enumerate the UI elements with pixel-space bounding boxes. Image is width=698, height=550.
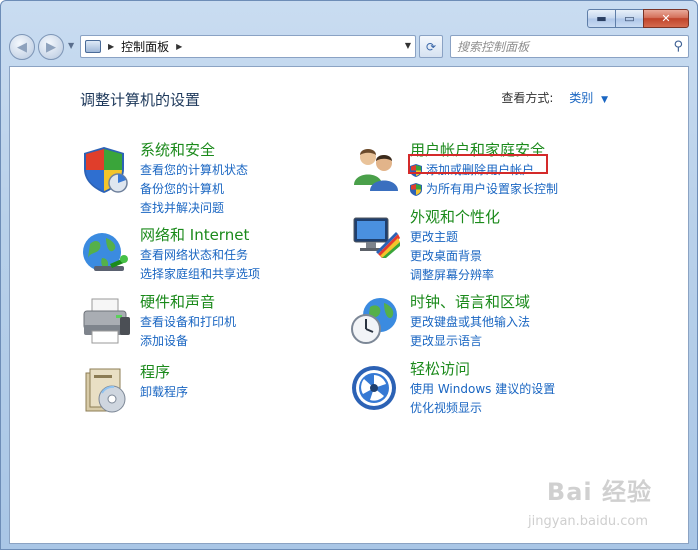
link-parental-controls-label: 为所有用户设置家长控制	[426, 182, 559, 196]
forward-arrow-icon: ▶	[46, 39, 56, 55]
search-placeholder: 搜索控制面板	[457, 40, 530, 54]
ease-of-access-icon[interactable]	[350, 362, 402, 414]
category-title-hardware-sound[interactable]: 硬件和声音	[140, 291, 215, 312]
category-appearance: 外观和个性化 更改主题 更改桌面背景 调整屏幕分辨率	[350, 206, 640, 282]
chevron-down-icon[interactable]: ▼	[601, 95, 608, 105]
link-backup-computer[interactable]: 备份您的计算机	[140, 180, 248, 199]
navigation-bar: ◀ ▶ ▼ ▶ 控制面板 ▶ ▼ ⟳ 搜索控制面板 ⚲	[9, 34, 689, 60]
appearance-icon[interactable]	[350, 210, 402, 262]
breadcrumb-control-panel[interactable]: 控制面板	[121, 38, 169, 55]
watermark-url: jingyan.baidu.com	[528, 514, 648, 529]
category-user-accounts: 用户帐户和家庭安全 添加或删除用户帐户 为所有用户设置家长控制	[350, 139, 640, 214]
control-panel-window: ▬ ▭ ✕ ◀ ▶ ▼ ▶ 控制面板 ▶ ▼ ⟳ 搜索控制面板 ⚲ 调整计算机的…	[0, 0, 698, 550]
category-ease-of-access: 轻松访问 使用 Windows 建议的设置 优化视频显示	[350, 358, 640, 433]
link-view-computer-status[interactable]: 查看您的计算机状态	[140, 161, 248, 180]
link-change-desktop-background[interactable]: 更改桌面背景	[410, 247, 494, 266]
baidu-watermark: Bai 经验	[546, 478, 652, 506]
users-icon[interactable]	[350, 143, 402, 195]
category-title-clock-language-region[interactable]: 时钟、语言和区域	[410, 291, 530, 312]
breadcrumb-separator-icon[interactable]: ▶	[176, 42, 182, 51]
link-devices-printers[interactable]: 查看设备和打印机	[140, 313, 236, 332]
maximize-button[interactable]: ▭	[616, 9, 643, 28]
main-content: 调整计算机的设置 查看方式: 类别 ▼ 系统和安全 查看您的计算机状态 备份您的…	[9, 66, 689, 544]
refresh-icon: ⟳	[425, 39, 437, 54]
link-view-network-status[interactable]: 查看网络状态和任务	[140, 246, 260, 265]
breadcrumb-separator-icon[interactable]: ▶	[108, 42, 114, 51]
close-button[interactable]: ✕	[643, 9, 689, 28]
caption-buttons: ▬ ▭ ✕	[587, 9, 689, 28]
category-programs: 程序 卸载程序	[80, 361, 370, 436]
clock-globe-icon[interactable]	[350, 295, 402, 347]
link-change-display-language[interactable]: 更改显示语言	[410, 332, 530, 351]
category-title-ease-of-access[interactable]: 轻松访问	[410, 358, 470, 379]
link-homegroup-sharing[interactable]: 选择家庭组和共享选项	[140, 265, 260, 284]
uac-shield-icon	[410, 183, 422, 196]
control-panel-icon	[85, 40, 101, 53]
programs-icon[interactable]	[80, 365, 132, 417]
link-add-device[interactable]: 添加设备	[140, 332, 236, 351]
view-by-dropdown[interactable]: 类别	[569, 91, 593, 105]
category-network-internet: 网络和 Internet 查看网络状态和任务 选择家庭组和共享选项	[80, 224, 370, 299]
category-hardware-sound: 硬件和声音 查看设备和打印机 添加设备	[80, 291, 370, 366]
link-adjust-screen-resolution[interactable]: 调整屏幕分辨率	[410, 266, 494, 285]
link-change-theme[interactable]: 更改主题	[410, 228, 494, 247]
category-title-user-accounts[interactable]: 用户帐户和家庭安全	[410, 139, 545, 160]
category-clock-language-region: 时钟、语言和区域 更改键盘或其他输入法 更改显示语言	[350, 291, 640, 366]
printer-icon[interactable]	[80, 295, 132, 347]
link-parental-controls[interactable]: 为所有用户设置家长控制	[410, 180, 558, 199]
category-title-network-internet[interactable]: 网络和 Internet	[140, 224, 249, 245]
category-system-security: 系统和安全 查看您的计算机状态 备份您的计算机 查找并解决问题	[80, 139, 370, 215]
network-globe-icon[interactable]	[80, 228, 132, 280]
link-optimize-video-display[interactable]: 优化视频显示	[410, 399, 555, 418]
shield-icon[interactable]	[80, 143, 132, 195]
search-input[interactable]: 搜索控制面板 ⚲	[450, 35, 689, 58]
back-button[interactable]: ◀	[9, 34, 35, 60]
link-add-remove-user-accounts-label: 添加或删除用户帐户	[426, 163, 535, 177]
back-arrow-icon: ◀	[17, 39, 27, 55]
category-title-system-security[interactable]: 系统和安全	[140, 139, 215, 160]
refresh-button[interactable]: ⟳	[419, 35, 443, 58]
link-find-fix-problems[interactable]: 查找并解决问题	[140, 199, 248, 218]
address-dropdown-icon[interactable]: ▼	[405, 41, 411, 50]
link-change-input-method[interactable]: 更改键盘或其他输入法	[410, 313, 530, 332]
forward-button[interactable]: ▶	[38, 34, 64, 60]
category-title-programs[interactable]: 程序	[140, 361, 170, 382]
link-add-remove-user-accounts[interactable]: 添加或删除用户帐户	[410, 161, 558, 180]
link-uninstall-program[interactable]: 卸载程序	[140, 383, 188, 402]
view-by: 查看方式: 类别 ▼	[501, 89, 608, 106]
recent-pages-dropdown[interactable]: ▼	[68, 41, 74, 50]
uac-shield-icon	[410, 164, 422, 177]
search-icon[interactable]: ⚲	[673, 39, 683, 54]
address-bar[interactable]: ▶ 控制面板 ▶ ▼	[80, 35, 416, 58]
minimize-button[interactable]: ▬	[587, 9, 616, 28]
category-title-appearance[interactable]: 外观和个性化	[410, 206, 500, 227]
view-by-label: 查看方式:	[501, 91, 554, 105]
page-title: 调整计算机的设置	[80, 91, 201, 109]
link-windows-recommended-settings[interactable]: 使用 Windows 建议的设置	[410, 380, 555, 399]
